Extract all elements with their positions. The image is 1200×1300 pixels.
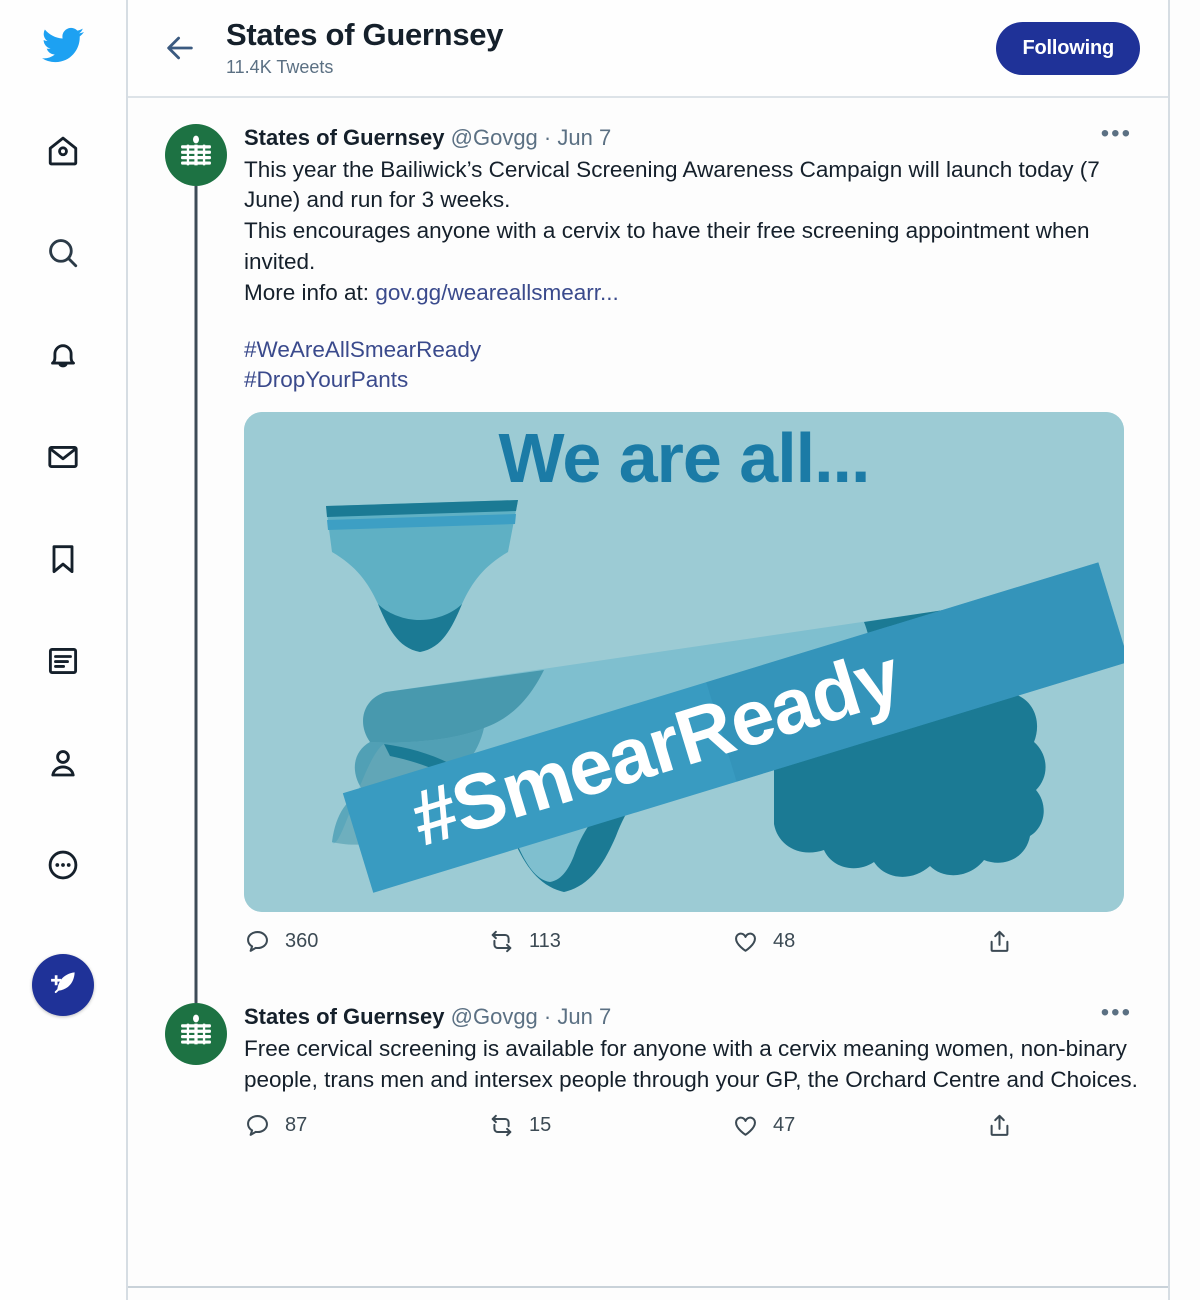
tweet-text-body: This year the Bailiwick’s Cervical Scree… [244, 156, 1100, 305]
tweet-item[interactable]: States of Guernsey @Govgg · Jun 7 ••• Th… [128, 98, 1168, 1004]
profile-header: States of Guernsey 11.4K Tweets Followin… [128, 0, 1168, 98]
avatar[interactable] [165, 124, 227, 186]
thread-connector-line [194, 186, 198, 1004]
header-title-group: States of Guernsey 11.4K Tweets [226, 17, 996, 78]
sidebar-item-bookmarks[interactable] [32, 528, 94, 590]
tweet-date[interactable]: Jun 7 [557, 125, 611, 150]
sidebar-item-notifications[interactable] [32, 324, 94, 386]
avatar-column [160, 124, 232, 1004]
tweet-hashtags: #WeAreAllSmearReady #DropYourPants [244, 335, 1138, 397]
reply-button[interactable]: 87 [244, 1112, 488, 1139]
tweet-meta-separator: · [543, 125, 552, 150]
sidebar-item-profile[interactable] [32, 732, 94, 794]
tweet-handle[interactable]: @Govgg [451, 125, 538, 150]
sidebar-item-more[interactable] [32, 834, 94, 896]
like-count: 48 [773, 930, 796, 953]
tweet-header: States of Guernsey @Govgg · Jun 7 ••• [244, 1001, 1138, 1032]
left-sidebar [0, 0, 128, 1300]
tweet-item[interactable]: States of Guernsey @Govgg · Jun 7 ••• Fr… [128, 977, 1168, 1160]
share-button[interactable] [986, 1112, 1013, 1139]
following-button[interactable]: Following [996, 21, 1140, 75]
reply-button[interactable]: 360 [244, 928, 488, 955]
tweet-body: States of Guernsey @Govgg · Jun 7 ••• Th… [232, 122, 1138, 977]
tweet-action-bar: 360 113 48 [244, 928, 1124, 977]
main-column: States of Guernsey 11.4K Tweets Followin… [128, 0, 1170, 1300]
tweet-action-bar: 87 15 47 [244, 1112, 1124, 1161]
tweet-author-line: States of Guernsey @Govgg · Jun 7 [244, 1003, 1095, 1032]
tweet-display-name[interactable]: States of Guernsey [244, 1004, 445, 1029]
text-spacer [244, 309, 1138, 335]
page-title: States of Guernsey [226, 17, 504, 53]
tweet-handle[interactable]: @Govgg [451, 1004, 538, 1029]
tweet-link[interactable]: gov.gg/weareallsmearr... [375, 280, 618, 305]
reply-count: 360 [285, 930, 319, 953]
tweet-header: States of Guernsey @Govgg · Jun 7 ••• [244, 122, 1138, 153]
sidebar-item-lists[interactable] [32, 630, 94, 692]
twitter-logo-icon[interactable] [32, 14, 94, 76]
tweet-feed: States of Guernsey @Govgg · Jun 7 ••• Th… [128, 98, 1168, 1286]
tweet-text: This year the Bailiwick’s Cervical Scree… [244, 155, 1138, 309]
retweet-count: 113 [529, 930, 561, 953]
like-button[interactable]: 47 [732, 1112, 976, 1139]
retweet-count: 15 [529, 1113, 552, 1136]
tweet-count: 11.4K Tweets [226, 57, 334, 78]
tweet-more-options-icon[interactable]: ••• [1095, 1001, 1138, 1025]
bottom-spacer [128, 1288, 1168, 1300]
twitter-app: States of Guernsey 11.4K Tweets Followin… [0, 0, 1200, 1300]
tweet-date[interactable]: Jun 7 [557, 1004, 611, 1029]
hashtag-dropyourpants[interactable]: #DropYourPants [244, 367, 408, 392]
tweet-display-name[interactable]: States of Guernsey [244, 125, 445, 150]
tweet-media-image[interactable]: #SmearReady We are all... [244, 412, 1124, 913]
share-button[interactable] [986, 928, 1013, 955]
like-count: 47 [773, 1113, 796, 1136]
sidebar-item-messages[interactable] [32, 426, 94, 488]
tweet-meta-separator: · [543, 1004, 552, 1030]
retweet-button[interactable]: 15 [488, 1112, 732, 1139]
tweet-more-options-icon[interactable]: ••• [1095, 122, 1138, 146]
sidebar-item-explore[interactable] [32, 222, 94, 284]
avatar-column [160, 1003, 232, 1160]
hashtag-weareallsmearready[interactable]: #WeAreAllSmearReady [244, 337, 481, 362]
tweet-author-line: States of Guernsey @Govgg · Jun 7 [244, 124, 1095, 153]
back-arrow-icon[interactable] [154, 22, 206, 74]
sidebar-item-home[interactable] [32, 120, 94, 182]
reply-count: 87 [285, 1113, 308, 1136]
tweet-body: States of Guernsey @Govgg · Jun 7 ••• Fr… [232, 1001, 1138, 1161]
avatar[interactable] [165, 1003, 227, 1066]
like-button[interactable]: 48 [732, 928, 976, 955]
tweet-text: Free cervical screening is available for… [244, 1035, 1138, 1092]
svg-text:We are all...: We are all... [499, 419, 870, 497]
compose-tweet-button[interactable] [32, 954, 94, 1016]
retweet-button[interactable]: 113 [488, 928, 732, 955]
